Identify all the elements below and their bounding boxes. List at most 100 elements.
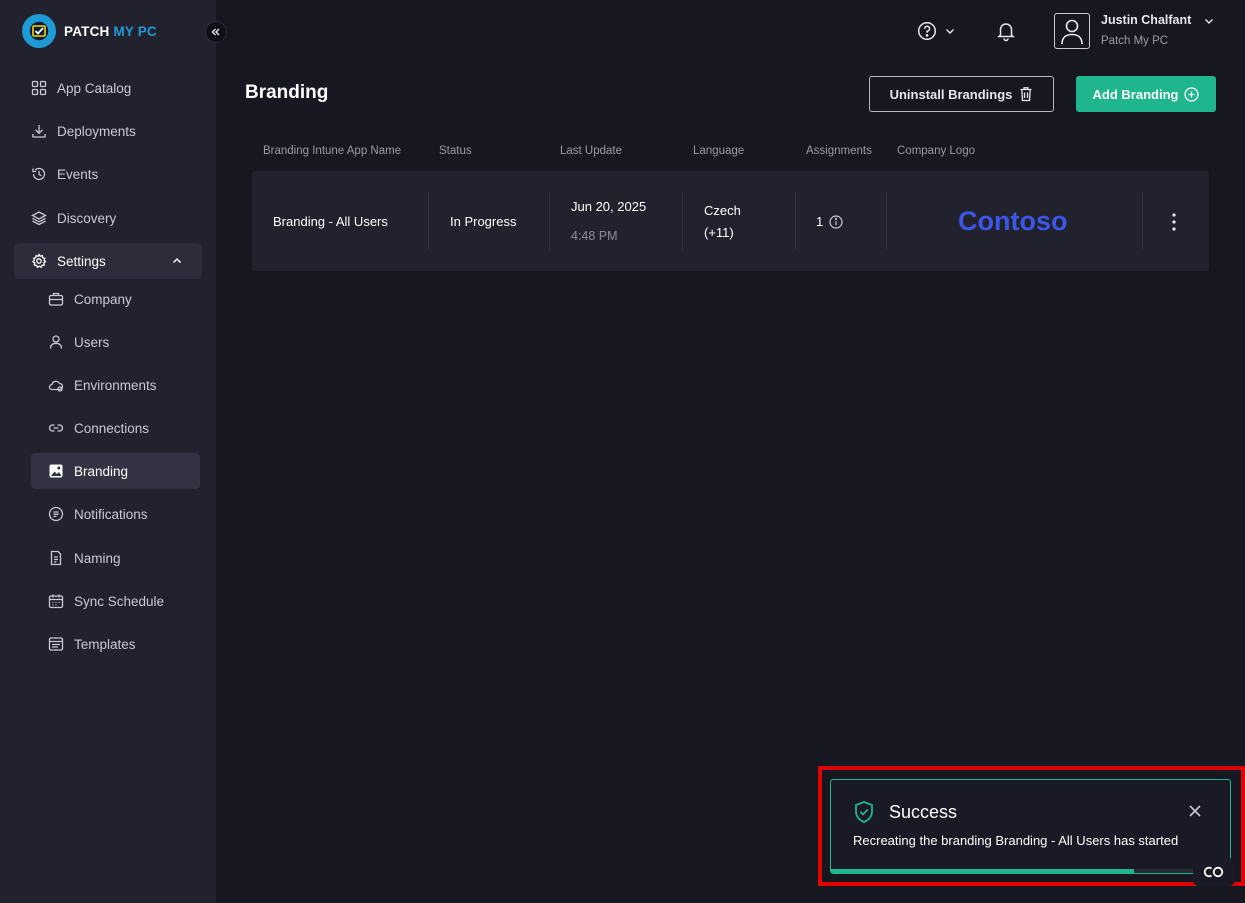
column-divider <box>795 192 796 250</box>
download-icon <box>32 125 46 138</box>
company-logo: Contoso <box>958 206 1068 236</box>
layers-icon <box>31 211 47 226</box>
sidebar-item-settings[interactable]: Settings <box>14 243 202 279</box>
column-header-language[interactable]: Language <box>693 145 744 157</box>
user-org: Patch My PC <box>1101 35 1169 47</box>
calendar-icon <box>48 594 64 609</box>
uninstall-brandings-button[interactable]: Uninstall Brandings <box>869 76 1054 112</box>
toast-progress-bar <box>831 869 1135 873</box>
add-branding-label: Add Branding <box>1092 86 1179 102</box>
avatar[interactable] <box>1054 13 1090 49</box>
sidebar-item-environments[interactable]: Environments <box>31 367 200 403</box>
toast-message: Recreating the branding Branding - All U… <box>853 833 1179 848</box>
history-icon <box>32 167 46 181</box>
column-header-assignments[interactable]: Assignments <box>806 145 872 157</box>
chevron-up-icon[interactable] <box>170 254 184 268</box>
page-title: Branding <box>245 82 329 103</box>
notification-icon <box>48 506 64 522</box>
column-divider <box>428 192 429 250</box>
column-divider <box>682 192 683 250</box>
assignments-value: 1 <box>816 214 824 229</box>
captions-icon <box>1203 866 1224 878</box>
last-update-date: Jun 20, 2025 <box>571 199 647 214</box>
sidebar-item-label: Company <box>74 291 132 307</box>
sidebar-item-label: Environments <box>74 377 157 393</box>
sidebar-item-deployments[interactable]: Deployments <box>14 113 202 149</box>
sidebar-item-label: Naming <box>74 550 121 566</box>
user-avatar-icon <box>1061 19 1083 45</box>
sidebar-item-label: Events <box>57 166 99 182</box>
sidebar: PATCH MY PC App Catalog Deployments Even… <box>0 0 216 903</box>
chevron-down-icon <box>946 29 954 34</box>
sidebar-item-label: Deployments <box>57 123 136 139</box>
help-menu-button[interactable] <box>917 21 957 41</box>
user-menu-chevron[interactable] <box>1202 14 1216 33</box>
column-divider <box>549 192 550 250</box>
shield-check-icon <box>855 801 873 823</box>
sidebar-item-label: Settings <box>57 253 106 269</box>
bell-icon <box>997 23 1015 42</box>
row-actions-button[interactable] <box>1170 212 1178 237</box>
gear-icon <box>32 253 47 269</box>
sidebar-item-label: Connections <box>74 420 150 436</box>
assignments-count: 1 <box>816 214 843 229</box>
logo-text: PATCH MY PC <box>64 24 157 39</box>
add-branding-button[interactable]: Add Branding <box>1076 76 1216 112</box>
sidebar-item-label: Discovery <box>57 210 117 226</box>
sidebar-item-label: Notifications <box>74 506 148 522</box>
chevrons-left-icon <box>211 28 220 36</box>
language-more[interactable]: (+11) <box>704 225 734 240</box>
column-header-name[interactable]: Branding Intune App Name <box>263 145 401 157</box>
branding-status: In Progress <box>450 214 517 229</box>
toast-close-button[interactable] <box>1188 804 1202 823</box>
column-header-status[interactable]: Status <box>439 145 472 157</box>
user-name[interactable]: Justin Chalfant <box>1101 13 1191 27</box>
cloud-icon <box>48 380 64 392</box>
success-toast: Success Recreating the branding Branding… <box>830 779 1231 874</box>
sidebar-item-label: Templates <box>74 636 136 652</box>
template-icon <box>48 637 64 651</box>
plus-circle-icon <box>1184 86 1200 102</box>
logo-text-part1: PATCH <box>64 23 110 39</box>
toast-progress-track <box>831 869 1230 873</box>
toast-title: Success <box>889 802 958 822</box>
logo[interactable]: PATCH MY PC <box>22 14 157 48</box>
last-update-time: 4:48 PM <box>571 229 618 243</box>
sidebar-item-label: Users <box>74 334 110 350</box>
sidebar-item-branding[interactable]: Branding <box>31 453 200 489</box>
trash-icon <box>1020 87 1032 102</box>
collapse-sidebar-button[interactable] <box>205 21 227 43</box>
close-icon <box>1189 805 1201 817</box>
sidebar-item-label: Sync Schedule <box>74 593 165 609</box>
sidebar-item-users[interactable]: Users <box>31 324 200 360</box>
sidebar-item-discovery[interactable]: Discovery <box>14 200 202 236</box>
help-icon <box>917 21 937 41</box>
uninstall-brandings-label: Uninstall Brandings <box>889 86 1013 102</box>
chevron-down-icon <box>1205 19 1213 24</box>
sidebar-item-company[interactable]: Company <box>31 281 200 317</box>
logo-text-part2: MY PC <box>113 23 157 39</box>
sidebar-item-notifications[interactable]: Notifications <box>31 496 200 532</box>
sidebar-item-connections[interactable]: Connections <box>31 410 200 446</box>
sidebar-item-label: Branding <box>74 463 129 479</box>
sidebar-item-sync-schedule[interactable]: Sync Schedule <box>31 583 200 619</box>
sidebar-item-events[interactable]: Events <box>14 156 202 192</box>
notifications-button[interactable] <box>996 20 1016 47</box>
sidebar-item-naming[interactable]: Naming <box>31 540 200 576</box>
captions-button[interactable] <box>1193 858 1235 886</box>
column-header-company-logo[interactable]: Company Logo <box>897 145 975 157</box>
sidebar-item-templates[interactable]: Templates <box>31 626 200 662</box>
column-header-last-update[interactable]: Last Update <box>560 145 622 157</box>
user-icon <box>49 335 63 349</box>
column-divider <box>1142 192 1143 250</box>
image-icon <box>49 464 63 478</box>
language-primary: Czech <box>704 203 741 218</box>
grid-icon <box>31 80 47 96</box>
table-row[interactable]: Branding - All Users In Progress Jun 20,… <box>252 171 1209 271</box>
link-icon <box>48 424 64 432</box>
info-icon[interactable] <box>829 214 843 229</box>
sidebar-item-app-catalog[interactable]: App Catalog <box>14 70 202 106</box>
more-vertical-icon <box>1172 213 1176 231</box>
patch-my-pc-logo-icon <box>22 14 56 48</box>
file-icon <box>50 550 62 566</box>
